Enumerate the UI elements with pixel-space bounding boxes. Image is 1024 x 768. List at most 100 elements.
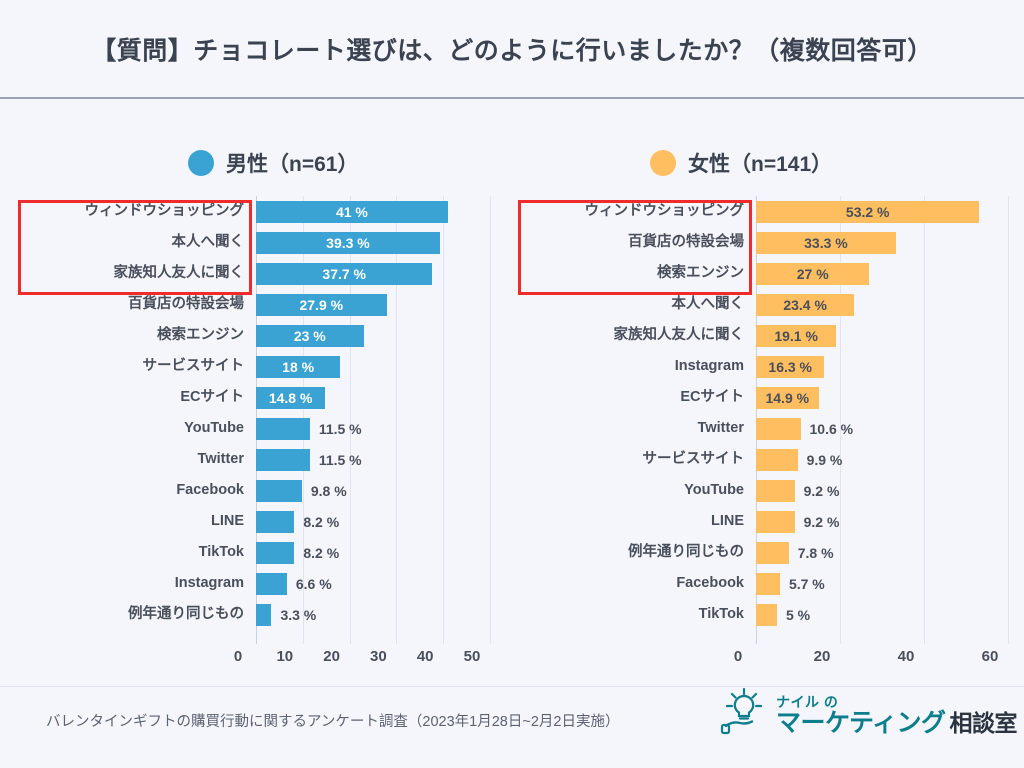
- category-label: ECサイト: [680, 389, 744, 406]
- category-label-row: Instagram: [518, 351, 750, 382]
- bar-row: 10.6 %: [756, 413, 1008, 444]
- bar-value-label: 9.9 %: [806, 451, 843, 468]
- bar-value-label: 3.3 %: [280, 606, 317, 623]
- category-label: 家族知人友人に聞く: [613, 327, 745, 344]
- bar: 39.3 %: [256, 231, 440, 254]
- chart-female: ウィンドウショッピング 百貨店の特設会場 検索エンジン 本人へ聞く 家族知人友人に聞く I…: [518, 196, 1009, 646]
- category-label: TikTok: [198, 544, 244, 561]
- category-label-row: 例年通り同じもの: [18, 599, 250, 630]
- bar-value-label: 11.5 %: [318, 420, 362, 437]
- bar-row: 53.2 %: [756, 196, 1008, 227]
- bar-row: 23 %: [256, 320, 490, 351]
- bar-value-label: 23.4 %: [783, 296, 827, 313]
- bar-value-label: 7.8 %: [797, 544, 834, 561]
- plot-area-female: ウィンドウショッピング 百貨店の特設会場 検索エンジン 本人へ聞く 家族知人友人に聞く I…: [518, 196, 1009, 644]
- bar-value-label: 27 %: [796, 265, 829, 282]
- category-label-row: Twitter: [518, 413, 750, 444]
- bar-row: 14.8 %: [256, 382, 490, 413]
- category-label-row: Twitter: [18, 444, 250, 475]
- category-label: 検索エンジン: [657, 265, 744, 282]
- category-label: サービスサイト: [642, 451, 745, 468]
- bar-value-label: 18 %: [282, 358, 315, 375]
- category-label-row: ウィンドウショッピング: [518, 196, 750, 227]
- bar-row: 5 %: [756, 599, 1008, 630]
- category-label-row: サービスサイト: [18, 351, 250, 382]
- bar-value-label: 27.9 %: [299, 296, 344, 313]
- chart-page: 【質問】チョコレート選びは、どのように行いましたか？（複数回答可） 男性（n=6…: [0, 0, 1024, 768]
- category-label: TikTok: [698, 606, 744, 623]
- bar: 19.1 %: [756, 324, 837, 347]
- category-label: サービスサイト: [142, 358, 245, 375]
- category-label-row: ウィンドウショッピング: [18, 196, 250, 227]
- bar-value-label: 19.1 %: [774, 327, 818, 344]
- bar-value-label: 9.2 %: [803, 482, 840, 499]
- bar-value-label: 37.7 %: [322, 265, 366, 282]
- bar: 23.4 %: [756, 293, 855, 316]
- x-tick-label: 40: [897, 648, 915, 665]
- category-label: ウィンドウショッピング: [84, 203, 245, 220]
- bar: 9.2 %: [756, 510, 839, 533]
- logo-sub-text: 相談室: [949, 710, 1018, 736]
- legend-dot-icon: [650, 150, 676, 176]
- category-label: Instagram: [674, 358, 744, 375]
- category-label: Twitter: [197, 451, 244, 468]
- x-axis-male: 0 10 20 30 40 50: [234, 648, 490, 670]
- brand-logo: ナイル の マーケティング 相談室: [718, 686, 1018, 737]
- plot-area-male: ウィンドウショッピング 本人へ聞く 家族知人友人に聞く 百貨店の特設会場 検索エンジンサ…: [18, 196, 491, 644]
- bar-value-label: 39.3 %: [326, 234, 370, 251]
- category-label-row: TikTok: [518, 599, 750, 630]
- category-label: 百貨店の特設会場: [628, 234, 744, 251]
- category-label: ECサイト: [180, 389, 244, 406]
- x-tick-label: 10: [276, 648, 294, 665]
- category-label: 家族知人友人に聞く: [113, 265, 245, 282]
- bar: 41 %: [256, 200, 448, 223]
- bar: 9.9 %: [756, 448, 842, 471]
- category-label-row: 検索エンジン: [518, 258, 750, 289]
- category-label: YouTube: [684, 482, 744, 499]
- bar-value-label: 41 %: [335, 203, 368, 220]
- lightbulb-on-hand-icon: [720, 687, 763, 735]
- bar: 53.2 %: [756, 200, 980, 223]
- legend-female-label: 女性（n=141）: [688, 153, 833, 176]
- bar-row: 9.9 %: [756, 444, 1008, 475]
- bar-row: 3.3 %: [256, 599, 490, 630]
- bar-value-label: 33.3 %: [804, 234, 848, 251]
- bar-row: 39.3 %: [256, 227, 490, 258]
- page-title: 【質問】チョコレート選びは、どのように行いましたか？（複数回答可）: [91, 36, 933, 65]
- category-label-row: 家族知人友人に聞く: [18, 258, 250, 289]
- category-label: 例年通り同じもの: [628, 544, 744, 561]
- x-tick-label: 0: [233, 648, 243, 665]
- bar-row: 16.3 %: [756, 351, 1008, 382]
- logo-main-text: マーケティング: [776, 709, 946, 737]
- bar-row: 9.2 %: [756, 475, 1008, 506]
- category-label-row: Instagram: [18, 568, 250, 599]
- bar: 3.3 %: [256, 603, 316, 626]
- bar-row: 8.2 %: [256, 506, 490, 537]
- logo-text: ナイル の マーケティング 相談室: [776, 694, 1018, 737]
- legend-dot-icon: [188, 150, 214, 176]
- bar: 9.8 %: [256, 479, 347, 502]
- bar: 11.5 %: [256, 448, 362, 471]
- category-label: Instagram: [174, 575, 244, 592]
- bar-row: 37.7 %: [256, 258, 490, 289]
- category-label: ウィンドウショッピング: [584, 203, 745, 220]
- bar-row: 11.5 %: [256, 444, 490, 475]
- bar: 16.3 %: [756, 355, 825, 378]
- x-tick-label: 20: [813, 648, 831, 665]
- category-label: YouTube: [184, 420, 244, 437]
- bar-row: 18 %: [256, 351, 490, 382]
- bar: 5 %: [756, 603, 810, 626]
- x-tick-label: 0: [733, 648, 743, 665]
- category-label: LINE: [210, 513, 244, 530]
- category-label: 検索エンジン: [157, 327, 244, 344]
- category-label-row: Facebook: [518, 568, 750, 599]
- category-label-row: 家族知人友人に聞く: [518, 320, 750, 351]
- legend-female: 女性（n=141）: [650, 148, 832, 178]
- logo-top-text: ナイル の: [776, 694, 839, 710]
- x-tick-label: 50: [463, 648, 481, 665]
- category-label: Facebook: [676, 575, 744, 592]
- bar-row: 19.1 %: [756, 320, 1008, 351]
- bar: 8.2 %: [256, 510, 339, 533]
- bar: 37.7 %: [256, 262, 433, 285]
- bar: 10.6 %: [756, 417, 853, 440]
